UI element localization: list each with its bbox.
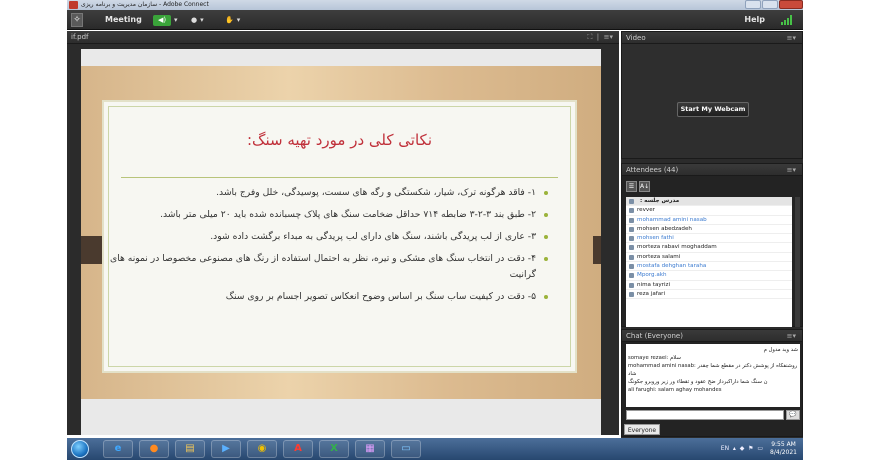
document-title: if.pdf — [71, 33, 89, 41]
chevron-down-icon[interactable]: ▾ — [174, 16, 178, 24]
slide-bullet: ۲- طبق بند ۳-۲-۳ ضابطه ۷۱۴ حداقل ضخامت س… — [108, 207, 548, 223]
video-pod-title: Video — [626, 34, 646, 42]
slide-tab-right — [593, 236, 601, 264]
menu-bar: ✧ Meeting ◀) ▾ ● ▾ ✋ ▾ Help — [67, 10, 803, 30]
slide-card-border: نکاتی کلی در مورد تهیه سنگ: ۱- فاقد هرگو… — [108, 106, 571, 367]
window-title: سازمان مدیریت و برنامه ریزی - Adobe Conn… — [81, 1, 209, 8]
pod-options-icon[interactable]: ⛶ | ≡▾ — [587, 31, 613, 44]
window-controls — [744, 0, 803, 10]
chat-message: ن سنگ شما داراکبرداز ضخ عقود و تقطاء ور … — [628, 379, 768, 385]
camera-control[interactable]: ● ▾ — [191, 14, 204, 26]
chat-input[interactable] — [626, 410, 784, 420]
maximize-button[interactable] — [762, 0, 778, 9]
list-view-icon[interactable]: ☰ — [626, 181, 637, 192]
attendee-row[interactable]: mohammad amini nasab — [626, 216, 792, 225]
share-pod-header: if.pdf ⛶ | ≡▾ — [67, 31, 619, 44]
chat-message: mohammad amini nasab: روشنفکاه از پوشش د… — [628, 363, 798, 377]
chat-message: ali farughi: salam aghay mohandes — [628, 387, 722, 393]
pod-options-icon[interactable]: ≡▾ — [787, 330, 796, 342]
attendees-pod-header: Attendees (44) ≡▾ — [622, 164, 802, 176]
chat-message: somaye rezaei: سلام — [628, 355, 681, 361]
chat-pod: Chat (Everyone) ≡▾ شد وید مدول م somaye … — [621, 329, 803, 437]
clock-date: 8/4/2021 — [770, 449, 797, 456]
close-button[interactable] — [779, 0, 803, 9]
sort-icon[interactable]: A↓ — [639, 181, 650, 192]
attendee-row[interactable]: mohsen fathi — [626, 234, 792, 244]
chat-messages: شد وید مدول م somaye rezaei: سلام mohamm… — [626, 344, 800, 407]
slide-bullet: ۱- فاقد هرگونه ترک، شیار، شکستگی و رگه ه… — [108, 185, 548, 201]
video-pod: Video ≡▾ Start My Webcam — [621, 31, 803, 159]
chat-pod-header: Chat (Everyone) ≡▾ — [622, 330, 802, 342]
attendee-row[interactable]: reza jafari — [626, 290, 792, 300]
internet-explorer-icon[interactable]: e — [103, 440, 133, 458]
attendee-row[interactable]: mostafa dehghan taraha — [626, 262, 792, 272]
slide-bullet-list: ۱- فاقد هرگونه ترک، شیار، شکستگی و رگه ه… — [108, 185, 548, 311]
chat-pod-title: Chat — [626, 332, 643, 340]
slide-bullet: ۳- عاری از لب پریدگی باشند، سنگ های دارا… — [108, 229, 548, 245]
speaker-icon[interactable]: ◀) — [153, 14, 171, 26]
chevron-down-icon[interactable]: ▾ — [237, 16, 241, 24]
attendee-scrollbar[interactable] — [795, 197, 800, 327]
slide-bullet: ۴- دقت در انتخاب سنگ های مشکی و تیره، نظ… — [108, 251, 548, 283]
raise-hand-icon[interactable]: ✋ — [225, 16, 234, 24]
attendee-list: مدرس جلسه : revver mohammad amini nasab … — [626, 197, 792, 327]
share-pod: if.pdf ⛶ | ≡▾ نکاتی کلی در مورد تهیه سنگ… — [67, 31, 619, 435]
chevron-down-icon[interactable]: ▾ — [200, 16, 204, 24]
media-player-icon[interactable]: ▶ — [211, 440, 241, 458]
video-area: Start My Webcam — [622, 44, 802, 158]
attendee-row[interactable]: revver — [626, 206, 792, 216]
slide-bullet: ۵- دقت در کیفیت ساب سنگ بر اساس وضوح انع… — [108, 289, 548, 305]
attendee-row[interactable]: morteza rabavi moghaddam — [626, 243, 792, 253]
user-icon[interactable]: ● — [191, 16, 197, 24]
adobe-connect-logo: ✧ — [71, 13, 83, 27]
attendee-row[interactable]: nima tayrizi — [626, 281, 792, 290]
clock-time: 9:55 AM — [771, 441, 796, 448]
chat-message: شد وید مدول م — [763, 347, 798, 353]
pod-options-icon[interactable]: ≡▾ — [787, 164, 796, 176]
status-control[interactable]: ✋ ▾ — [225, 14, 240, 26]
attendee-row[interactable]: Mporg.akh — [626, 271, 792, 281]
clock[interactable]: 9:55 AM 8/4/2021 — [770, 441, 797, 457]
attendees-pod-title: Attendees (44) — [626, 166, 679, 174]
adobe-connect-icon — [69, 1, 78, 9]
video-pod-header: Video ≡▾ — [622, 32, 802, 44]
slide-card: نکاتی کلی در مورد تهیه سنگ: ۱- فاقد هرگو… — [102, 100, 577, 373]
connection-signal-icon — [781, 15, 793, 25]
attendee-view-toggle: ☰ A↓ — [626, 181, 650, 192]
right-column: Video ≡▾ Start My Webcam Attendees (44) … — [621, 31, 803, 438]
window-title-bar: سازمان مدیریت و برنامه ریزی - Adobe Conn… — [67, 0, 803, 10]
attendee-group-header: مدرس جلسه : — [626, 197, 792, 207]
attendees-pod: Attendees (44) ≡▾ ☰ A↓ مدرس جلسه : revve… — [621, 163, 803, 327]
attendee-row[interactable]: morteza salami — [626, 253, 792, 263]
help-menu[interactable]: Help — [744, 10, 765, 30]
adobe-connect-taskbar-icon[interactable]: ▭ — [391, 440, 421, 458]
slide-viewport: نکاتی کلی در مورد تهیه سنگ: ۱- فاقد هرگو… — [81, 49, 601, 435]
file-explorer-icon[interactable]: ▤ — [175, 440, 205, 458]
pod-options-icon[interactable]: ≡▾ — [787, 32, 796, 44]
windows-taskbar: e ● ▤ ▶ ◉ A X ▦ ▭ EN ▴ ◆ ⚑ ▭ 9:55 AM 8/4… — [67, 438, 803, 460]
slide-background: نکاتی کلی در مورد تهیه سنگ: ۱- فاقد هرگو… — [81, 66, 601, 399]
audio-control[interactable]: ◀) ▾ — [153, 14, 178, 26]
start-button[interactable] — [71, 440, 89, 458]
chrome-icon[interactable]: ◉ — [247, 440, 277, 458]
attendee-row[interactable]: mohsen abedzadeh — [626, 225, 792, 235]
minimize-button[interactable] — [745, 0, 761, 9]
language-indicator[interactable]: EN — [721, 445, 729, 452]
meeting-menu[interactable]: Meeting — [105, 10, 142, 30]
winrar-icon[interactable]: ▦ — [355, 440, 385, 458]
firefox-icon[interactable]: ● — [139, 440, 169, 458]
chat-tab-everyone[interactable]: Everyone — [624, 424, 660, 435]
excel-icon[interactable]: X — [319, 440, 349, 458]
system-tray: EN ▴ ◆ ⚑ ▭ — [720, 445, 763, 452]
slide-title: نکاتی کلی در مورد تهیه سنگ: — [246, 131, 433, 149]
send-message-icon[interactable]: 💬 — [786, 410, 800, 420]
start-webcam-button[interactable]: Start My Webcam — [677, 102, 749, 117]
acrobat-icon[interactable]: A — [283, 440, 313, 458]
slide-divider — [121, 177, 558, 178]
chat-audience: (Everyone) — [644, 332, 683, 340]
